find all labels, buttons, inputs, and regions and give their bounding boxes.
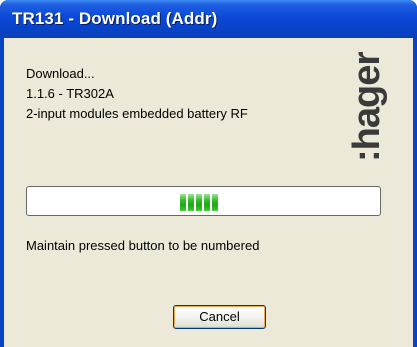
download-dialog: TR131 - Download (Addr) Download... 1.1.… — [0, 0, 417, 347]
hager-logo: :hager — [346, 52, 388, 162]
device-version: 1.1.6 - TR302A — [26, 86, 114, 101]
device-description: 2-input modules embedded battery RF — [26, 106, 248, 121]
progress-block — [212, 194, 218, 211]
window-frame-right — [413, 38, 417, 347]
cancel-button[interactable]: Cancel — [173, 305, 266, 329]
download-label: Download... — [26, 66, 95, 81]
progress-track — [29, 189, 378, 213]
hager-logo-text: :hager — [346, 52, 388, 162]
download-progress-bar — [26, 186, 381, 216]
status-message: Maintain pressed button to be numbered — [26, 238, 260, 253]
title-bar[interactable]: TR131 - Download (Addr) — [0, 0, 417, 38]
progress-block — [180, 194, 186, 211]
window-title: TR131 - Download (Addr) — [12, 9, 218, 28]
progress-block — [204, 194, 210, 211]
progress-block — [196, 194, 202, 211]
progress-block — [188, 194, 194, 211]
